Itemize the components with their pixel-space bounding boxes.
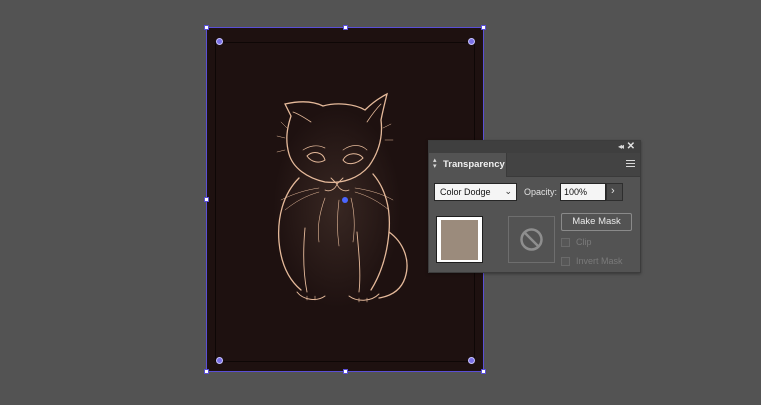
chevron-right-icon: › — [611, 185, 615, 197]
corner-widget-top-right[interactable] — [468, 38, 475, 45]
double-chevron-left-icon[interactable]: ◂◂ — [618, 142, 624, 152]
close-icon[interactable]: ✕ — [627, 141, 635, 152]
invert-mask-label: Invert Mask — [576, 256, 623, 266]
expand-collapse-icon[interactable]: ▴ ▾ — [433, 157, 437, 170]
invert-mask-checkbox[interactable] — [561, 257, 570, 266]
chevron-down-icon: ⌄ — [504, 186, 512, 196]
blend-mode-value: Color Dodge — [440, 187, 491, 197]
mask-thumbnail[interactable] — [508, 216, 555, 263]
workspace-canvas[interactable]: ◂◂ ✕ ▴ ▾ Transparency Color Dodge ⌄ Opaci… — [0, 0, 761, 405]
tab-transparency[interactable]: ▴ ▾ Transparency — [429, 153, 507, 177]
thumbnail-preview — [441, 220, 478, 260]
corner-widget-top-left[interactable] — [216, 38, 223, 45]
no-mask-icon — [520, 228, 543, 251]
center-point[interactable] — [342, 197, 348, 203]
blend-mode-select[interactable]: Color Dodge ⌄ — [434, 183, 517, 201]
corner-widget-bottom-left[interactable] — [216, 357, 223, 364]
clip-checkbox[interactable] — [561, 238, 570, 247]
resize-handle-bottom[interactable] — [343, 369, 348, 374]
opacity-input[interactable]: 100% — [560, 183, 606, 201]
resize-handle-bottom-right[interactable] — [481, 369, 486, 374]
opacity-label: Opacity: — [524, 187, 558, 197]
panel-menu-icon[interactable] — [626, 160, 635, 167]
make-mask-button[interactable]: Make Mask — [561, 213, 632, 231]
resize-handle-top-left[interactable] — [204, 25, 209, 30]
resize-handle-top-right[interactable] — [481, 25, 486, 30]
resize-handle-top[interactable] — [343, 25, 348, 30]
resize-handle-bottom-left[interactable] — [204, 369, 209, 374]
artwork-thumbnail[interactable] — [436, 216, 483, 263]
tab-label: Transparency — [443, 159, 505, 170]
clip-label: Clip — [576, 237, 592, 247]
resize-handle-left[interactable] — [204, 197, 209, 202]
opacity-slider-button[interactable]: › — [606, 183, 623, 201]
panel-titlebar[interactable]: ◂◂ ✕ — [429, 141, 640, 153]
panel-tabbar: ▴ ▾ Transparency — [429, 153, 640, 177]
corner-widget-bottom-right[interactable] — [468, 357, 475, 364]
